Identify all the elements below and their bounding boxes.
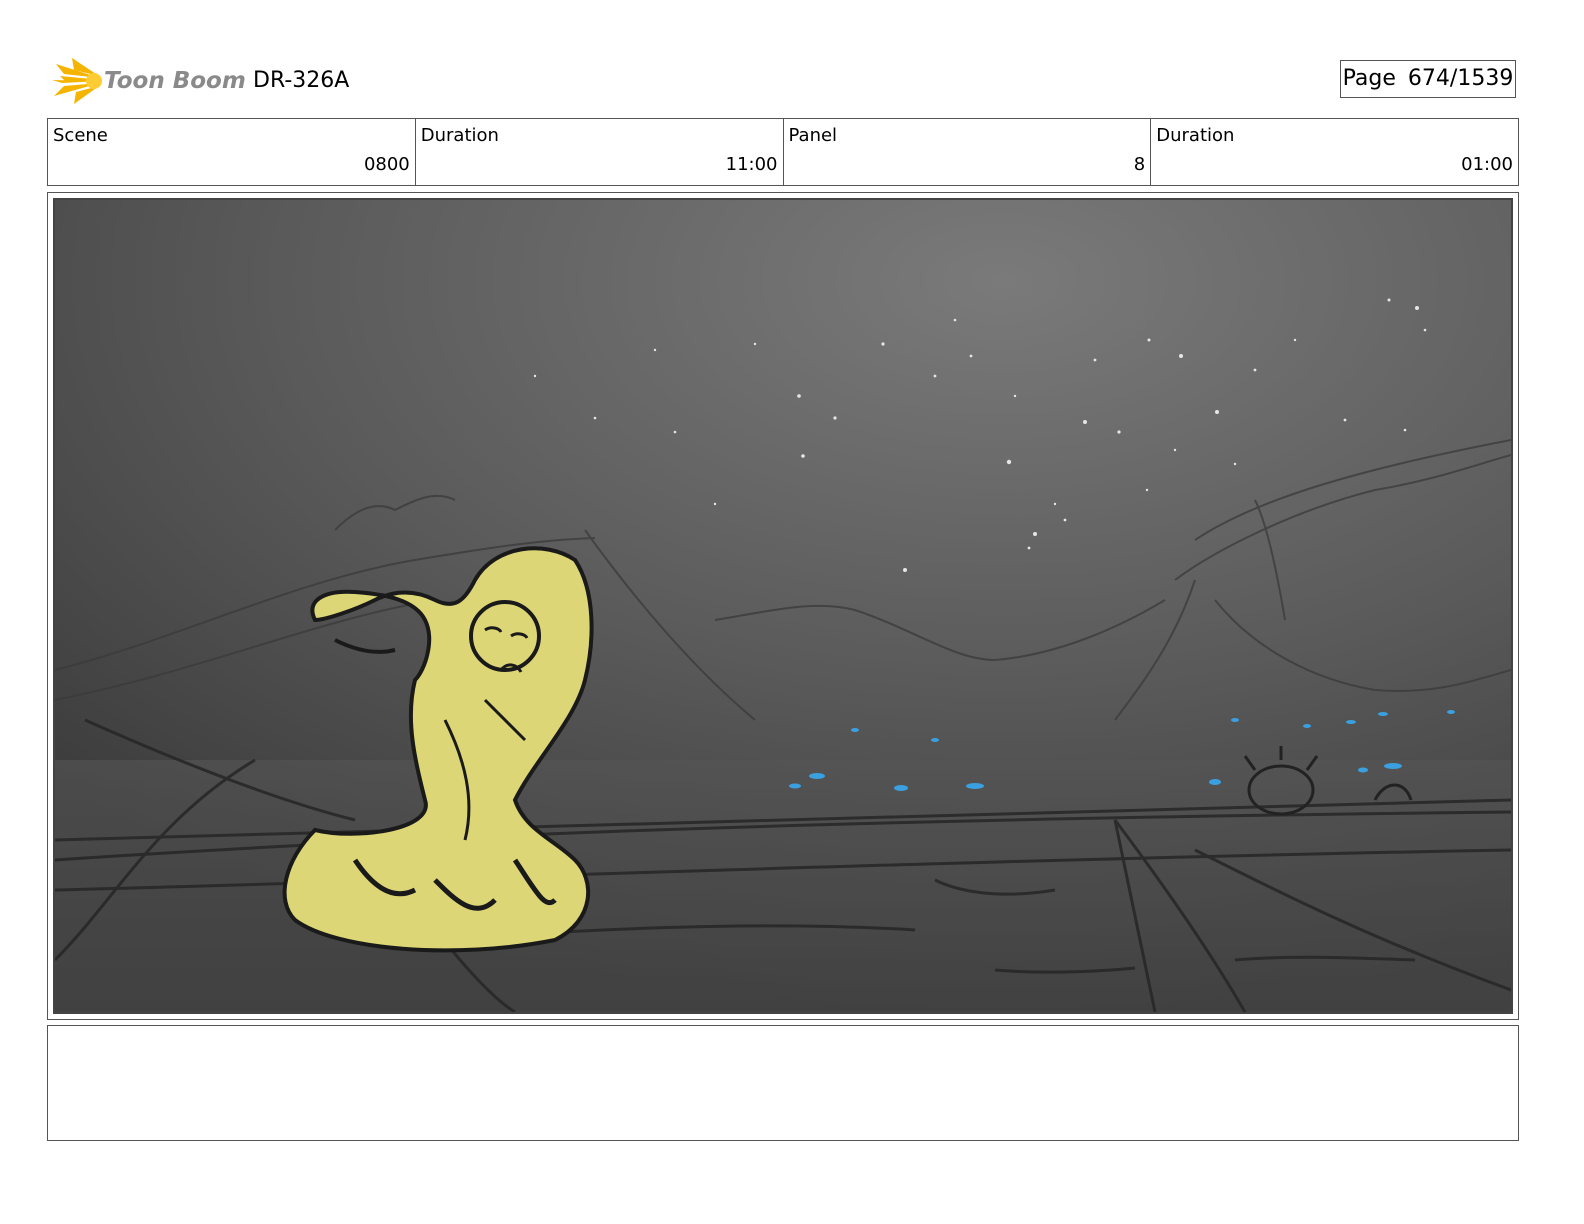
document-id: DR-326A [253, 68, 350, 93]
storyboard-panel-image [53, 198, 1513, 1014]
panel-value: 8 [1133, 154, 1146, 175]
page-label: Page [1342, 66, 1396, 91]
panel-label: Panel [788, 125, 838, 146]
panel-duration-cell: Duration 01:00 [1151, 119, 1518, 185]
scene-duration-cell: Duration 11:00 [416, 119, 784, 185]
scene-value: 0800 [363, 154, 410, 175]
scene-duration-label: Duration [420, 125, 499, 146]
panel-notes-box [47, 1025, 1519, 1141]
panel-duration-label: Duration [1156, 125, 1235, 146]
storyboard-sketch [55, 200, 1511, 1012]
panel-cell: Panel 8 [784, 119, 1152, 185]
starburst-icon [52, 58, 102, 104]
scene-label: Scene [53, 125, 108, 146]
scene-duration-value: 11:00 [725, 154, 778, 175]
ground-plane [55, 760, 1511, 1012]
panel-duration-value: 01:00 [1461, 154, 1513, 175]
storyboard-panel-frame [47, 192, 1519, 1020]
toon-boom-logo: Toon Boom [52, 56, 246, 106]
page-number: 674/1539 [1407, 66, 1514, 91]
logo-text: Toon Boom [104, 68, 246, 94]
scene-info-table: Scene 0800 Duration 11:00 Panel 8 Durati… [47, 118, 1519, 186]
scene-cell: Scene 0800 [48, 119, 416, 185]
page-indicator: Page 674/1539 [1340, 60, 1516, 98]
